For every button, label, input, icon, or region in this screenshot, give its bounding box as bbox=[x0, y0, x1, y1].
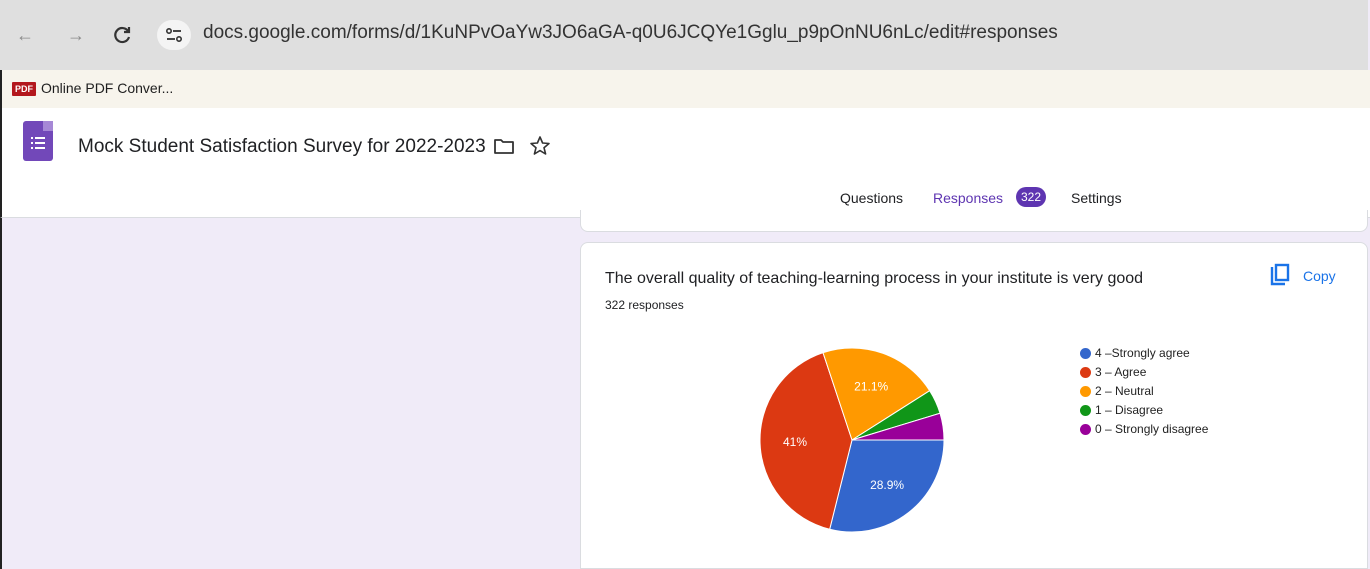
pdf-icon: PDF bbox=[12, 82, 36, 96]
previous-card bbox=[580, 210, 1368, 232]
tab-responses[interactable]: Responses bbox=[933, 190, 1003, 206]
legend-label: 1 – Disagree bbox=[1095, 403, 1164, 417]
address-bar[interactable]: docs.google.com/forms/d/1KuNPvOaYw3JO6aG… bbox=[203, 22, 1058, 44]
tab-questions[interactable]: Questions bbox=[840, 190, 903, 206]
response-count: 322 responses bbox=[605, 298, 684, 312]
question-title: The overall quality of teaching-learning… bbox=[605, 270, 1144, 287]
legend-label: 3 – Agree bbox=[1095, 365, 1147, 379]
bookmark-online-pdf[interactable]: Online PDF Conver... bbox=[41, 80, 173, 96]
reload-icon[interactable] bbox=[112, 24, 134, 46]
tab-settings[interactable]: Settings bbox=[1071, 190, 1122, 206]
responses-count-badge: 322 bbox=[1016, 187, 1046, 207]
legend-swatch bbox=[1080, 386, 1091, 397]
site-info-icon[interactable] bbox=[157, 20, 191, 50]
response-summary-card bbox=[580, 242, 1368, 569]
legend-swatch bbox=[1080, 424, 1091, 435]
forms-header bbox=[0, 108, 1370, 218]
legend-label: 0 – Strongly disagree bbox=[1095, 422, 1209, 436]
pie-slice-label: 41% bbox=[783, 435, 807, 449]
pie-slice-label: 21.1% bbox=[854, 379, 888, 393]
forward-arrow-icon[interactable]: → bbox=[65, 24, 87, 46]
window-edge bbox=[0, 218, 2, 569]
form-title[interactable]: Mock Student Satisfaction Survey for 202… bbox=[78, 136, 486, 158]
legend-swatch bbox=[1080, 367, 1091, 378]
legend-swatch bbox=[1080, 405, 1091, 416]
pie-slice-label: 28.9% bbox=[870, 478, 904, 492]
legend-label: 4 –Strongly agree bbox=[1095, 346, 1190, 360]
star-icon[interactable] bbox=[528, 134, 552, 163]
back-arrow-icon[interactable]: ← bbox=[14, 24, 36, 46]
legend-swatch bbox=[1080, 348, 1091, 359]
legend-label: 2 – Neutral bbox=[1095, 384, 1154, 398]
folder-icon[interactable] bbox=[493, 137, 515, 160]
google-forms-logo-icon[interactable] bbox=[23, 121, 53, 161]
copy-icon bbox=[1270, 263, 1290, 286]
copy-label: Copy bbox=[1303, 268, 1336, 284]
bookmarks-bar bbox=[0, 70, 1370, 108]
pie-chart: 28.9% 41% 21.1% bbox=[760, 348, 945, 533]
